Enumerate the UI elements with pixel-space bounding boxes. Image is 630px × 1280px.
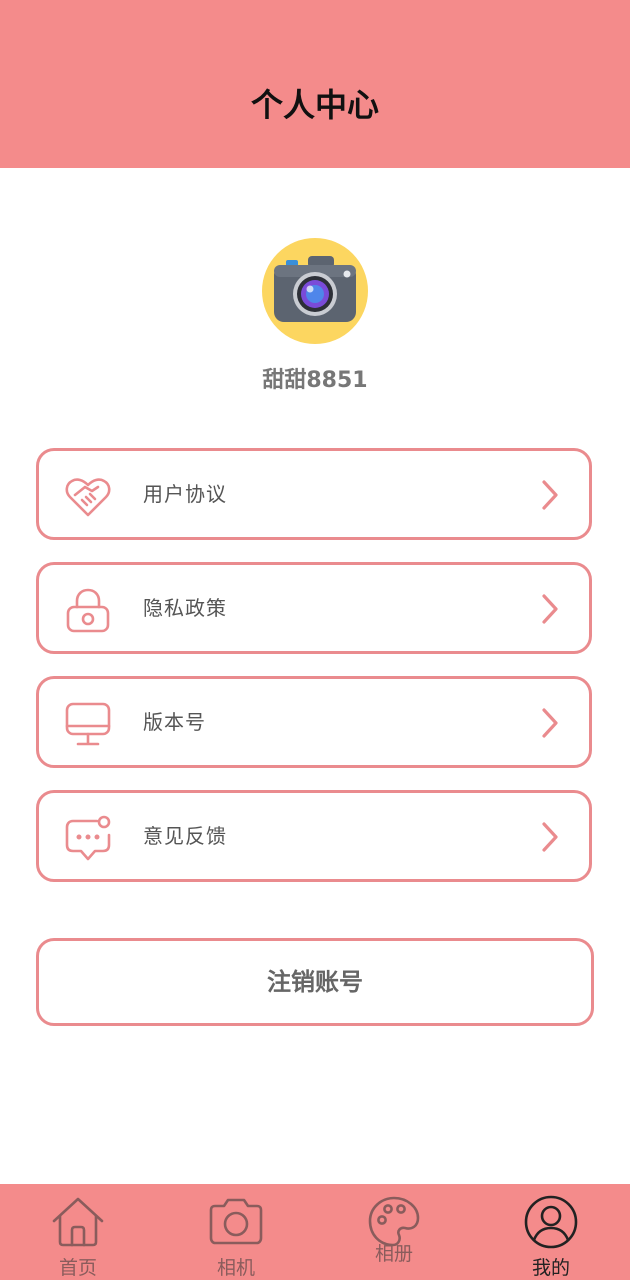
tab-camera[interactable]: 相机 xyxy=(166,1184,306,1280)
tab-label: 我的 xyxy=(531,1257,570,1279)
tab-label: 相册 xyxy=(374,1243,413,1265)
menu-label: 意见反馈 xyxy=(143,824,227,848)
avatar[interactable] xyxy=(262,238,368,344)
chevron-right-icon xyxy=(539,479,561,511)
chevron-right-icon xyxy=(539,821,561,853)
lock-icon xyxy=(63,585,113,635)
tab-label: 首页 xyxy=(58,1257,97,1279)
tab-mine[interactable]: 我的 xyxy=(481,1184,621,1280)
cancel-account-button[interactable]: 注销账号 xyxy=(36,938,594,1026)
feedback-chat-icon xyxy=(63,813,113,863)
menu-label: 隐私政策 xyxy=(143,596,227,620)
camera-icon xyxy=(206,1194,266,1250)
menu-item-user-agreement[interactable]: 用户协议 xyxy=(36,448,592,540)
menu-label: 用户协议 xyxy=(143,482,227,506)
monitor-icon xyxy=(63,699,113,749)
menu-label: 版本号 xyxy=(143,710,206,734)
bottom-tab-bar: 首页 相机 相册 我的 xyxy=(0,1184,630,1280)
tab-label: 相机 xyxy=(216,1257,255,1279)
menu-item-privacy-policy[interactable]: 隐私政策 xyxy=(36,562,592,654)
chevron-right-icon xyxy=(539,707,561,739)
chevron-right-icon xyxy=(539,593,561,625)
home-icon xyxy=(48,1194,108,1250)
menu-item-feedback[interactable]: 意见反馈 xyxy=(36,790,592,882)
username: 甜甜8851 xyxy=(262,368,368,393)
header-bar: 个人中心 xyxy=(0,0,630,168)
camera-icon xyxy=(274,256,356,322)
menu-item-version[interactable]: 版本号 xyxy=(36,676,592,768)
tab-home[interactable]: 首页 xyxy=(8,1184,148,1280)
user-icon xyxy=(521,1194,581,1250)
tab-album[interactable]: 相册 xyxy=(324,1184,464,1280)
page-title: 个人中心 xyxy=(250,86,379,124)
handshake-heart-icon xyxy=(63,471,113,521)
